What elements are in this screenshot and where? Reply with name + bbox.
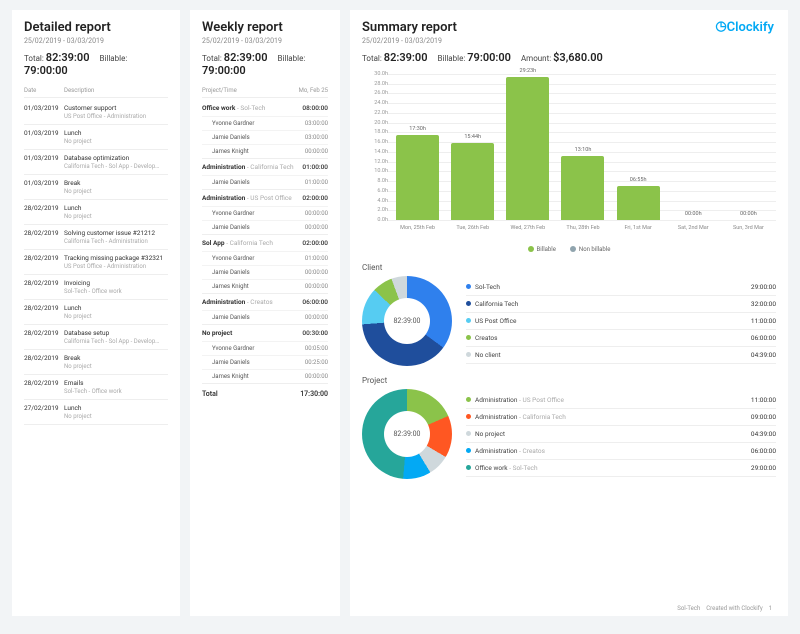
list-item: Administration - Creatos06:00:00 xyxy=(466,443,776,460)
list-item: No project04:39:00 xyxy=(466,426,776,443)
detailed-row: 28/02/2019EmailsSol-Tech - Office work xyxy=(24,375,168,400)
weekly-group: No project00:30:00Yvonne Gardner00:05:00… xyxy=(202,325,328,384)
project-list: Administration - US Post Office11:00:00A… xyxy=(466,392,776,477)
weekly-line: Yvonne Gardner01:00:00 xyxy=(202,251,328,265)
weekly-line: Jamie Daniels01:00:00 xyxy=(202,175,328,189)
chart-bar: 06:55h xyxy=(617,186,660,220)
weekly-line: James Knight00:00:00 xyxy=(202,279,328,293)
weekly-line: Yvonne Gardner00:00:00 xyxy=(202,206,328,220)
weekly-group: Sol App - California Tech02:00:00Yvonne … xyxy=(202,235,328,294)
detailed-title: Detailed report xyxy=(24,20,168,35)
weekly-header: Project/Time Mo, Feb 25 xyxy=(202,87,328,98)
project-section-title: Project xyxy=(362,376,776,385)
detailed-row: 28/02/2019Tracking missing package #3232… xyxy=(24,250,168,275)
list-item: US Post Office11:00:00 xyxy=(466,313,776,330)
detailed-header: Date Description xyxy=(24,87,168,98)
weekly-group: Administration - California Tech01:00:00… xyxy=(202,159,328,190)
weekly-total-row: Total 17:30:00 xyxy=(202,384,328,404)
weekly-report-panel: Weekly report 25/02/2019 - 03/03/2019 To… xyxy=(190,10,340,616)
list-item: California Tech32:00:00 xyxy=(466,296,776,313)
detailed-report-panel: Detailed report 25/02/2019 - 03/03/2019 … xyxy=(12,10,180,616)
detailed-row: 28/02/2019InvoicingSol-Tech - Office wor… xyxy=(24,275,168,300)
summary-report-panel: ◷Clockify Summary report 25/02/2019 - 03… xyxy=(350,10,788,616)
list-item: No client04:39:00 xyxy=(466,347,776,364)
list-item: Administration - California Tech09:00:00 xyxy=(466,409,776,426)
weekly-line: Yvonne Gardner00:05:00 xyxy=(202,341,328,355)
weekly-line: Jamie Daniels00:00:00 xyxy=(202,220,328,234)
weekly-line: James Knight00:00:00 xyxy=(202,369,328,383)
chart-bar: 13:10h xyxy=(561,156,604,220)
detailed-date-range: 25/02/2019 - 03/03/2019 xyxy=(24,37,168,45)
list-item: Sol-Tech29:00:00 xyxy=(466,279,776,296)
weekly-line: James Knight00:00:00 xyxy=(202,144,328,158)
clockify-logo: ◷Clockify xyxy=(715,20,774,35)
weekly-line: Jamie Daniels00:00:00 xyxy=(202,265,328,279)
client-list: Sol-Tech29:00:00California Tech32:00:00U… xyxy=(466,279,776,364)
detailed-row: 28/02/2019LunchNo project xyxy=(24,200,168,225)
detailed-row: 01/03/2019BreakNo project xyxy=(24,175,168,200)
list-item: Office work - Sol-Tech29:00:00 xyxy=(466,460,776,477)
page-footer: Sol-Tech Created with Clockify 1 xyxy=(677,605,772,612)
detailed-row: 28/02/2019LunchNo project xyxy=(24,300,168,325)
chart-bar: 29:23h xyxy=(506,77,549,220)
detailed-row: 01/03/2019LunchNo project xyxy=(24,125,168,150)
weekly-line: Jamie Daniels00:00:00 xyxy=(202,310,328,324)
detailed-totals: Total: 82:39:00 Billable: 79:00:00 xyxy=(24,51,168,77)
detailed-row: 28/02/2019BreakNo project xyxy=(24,350,168,375)
weekly-line: Jamie Daniels00:25:00 xyxy=(202,355,328,369)
weekly-line: Jamie Daniels03:00:00 xyxy=(202,130,328,144)
list-item: Creatos06:00:00 xyxy=(466,330,776,347)
summary-totals: Total: 82:39:00 Billable: 79:00:00 Amoun… xyxy=(362,51,776,64)
summary-date-range: 25/02/2019 - 03/03/2019 xyxy=(362,37,776,45)
weekly-group: Administration - Creatos06:00:00Jamie Da… xyxy=(202,294,328,325)
detailed-row: 01/03/2019Database optimizationCaliforni… xyxy=(24,150,168,175)
client-section-title: Client xyxy=(362,263,776,272)
chart-bar: 17:30h xyxy=(396,135,439,220)
detailed-row: 28/02/2019Solving customer issue #21212C… xyxy=(24,225,168,250)
detailed-row: 28/02/2019Database setupCalifornia Tech … xyxy=(24,325,168,350)
summary-title: Summary report xyxy=(362,20,776,35)
weekly-group: Administration - US Post Office02:00:00Y… xyxy=(202,190,328,235)
weekly-date-range: 25/02/2019 - 03/03/2019 xyxy=(202,37,328,45)
weekly-title: Weekly report xyxy=(202,20,328,35)
weekly-totals: Total: 82:39:00 Billable: 79:00:00 xyxy=(202,51,328,77)
detailed-row: 01/03/2019Customer supportUS Post Office… xyxy=(24,100,168,125)
chart-legend: Billable Non billable xyxy=(362,246,776,253)
weekly-line: Yvonne Gardner03:00:00 xyxy=(202,116,328,130)
project-donut-chart: 82:39:00 xyxy=(362,389,452,479)
detailed-row: 27/02/2019LunchNo project xyxy=(24,400,168,425)
hours-bar-chart: 0.0h2.0h4.0h6.0h8.0h10.0h12.0h14.0h16.0h… xyxy=(362,74,776,244)
chart-bar: 15:44h xyxy=(451,143,494,220)
weekly-group: Office work - Sol-Tech08:00:00Yvonne Gar… xyxy=(202,100,328,159)
client-donut-chart: 82:39:00 xyxy=(362,276,452,366)
list-item: Administration - US Post Office11:00:00 xyxy=(466,392,776,409)
